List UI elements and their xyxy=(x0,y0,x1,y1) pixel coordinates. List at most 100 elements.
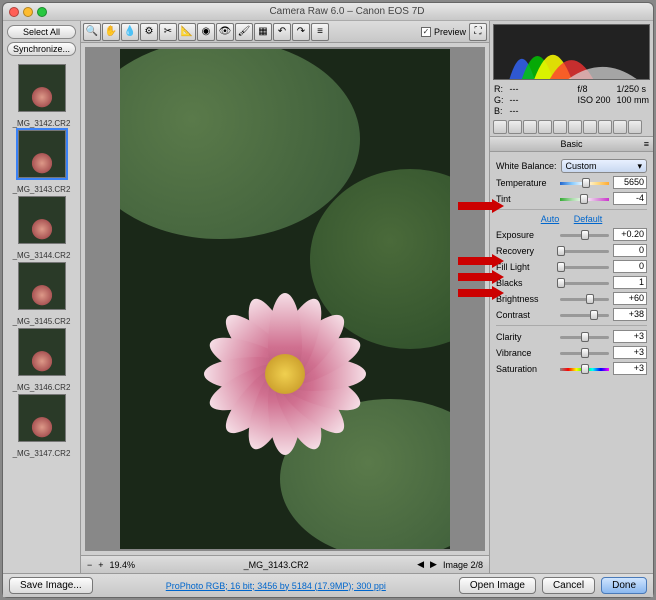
contrast-value[interactable]: +38 xyxy=(613,308,647,321)
default-link[interactable]: Default xyxy=(574,214,603,224)
open-image-button[interactable]: Open Image xyxy=(459,577,536,594)
temperature-value[interactable]: 5650 xyxy=(613,176,647,189)
histogram xyxy=(493,24,650,80)
thumbnail-list: _MG_3142.CR2_MG_3143.CR2 _MG_3144.CR2 _MG_… xyxy=(3,60,80,573)
thumbnail-label: _MG_3144.CR2 xyxy=(7,251,76,260)
blacks-slider[interactable] xyxy=(560,278,609,288)
fullscreen-icon[interactable]: ⛶ xyxy=(469,23,487,41)
tint-label: Tint xyxy=(496,194,556,204)
thumbnail-label: _MG_3147.CR2 xyxy=(7,449,76,458)
cancel-button[interactable]: Cancel xyxy=(542,577,595,594)
filllight-slider[interactable] xyxy=(560,262,609,272)
basic-panel: White Balance: Custom▾ Temperature5650 T… xyxy=(490,152,653,573)
contrast-slider[interactable] xyxy=(560,310,609,320)
clarity-value[interactable]: +3 xyxy=(613,330,647,343)
saturation-slider[interactable] xyxy=(560,364,609,374)
exposure-value[interactable]: +0.20 xyxy=(613,228,647,241)
workflow-link[interactable]: ProPhoto RGB; 16 bit; 3456 by 5184 (17.9… xyxy=(99,581,453,591)
thumbnail-label: _MG_3146.CR2 xyxy=(7,383,76,392)
brightness-value[interactable]: +60 xyxy=(613,292,647,305)
statusbar: − + 19.4% _MG_3143.CR2 ◀ ▶ Image 2/8 xyxy=(81,555,489,573)
hand-tool[interactable]: ✋ xyxy=(102,23,120,41)
zoom-level[interactable]: 19.4% xyxy=(110,560,136,570)
window-title: Camera Raw 6.0 – Canon EOS 7D xyxy=(47,6,647,17)
straighten-tool[interactable]: 📐 xyxy=(178,23,196,41)
panel-tab-3[interactable] xyxy=(538,120,552,134)
spot-tool[interactable]: ◉ xyxy=(197,23,215,41)
next-image-button[interactable]: ▶ xyxy=(430,559,437,570)
brush-tool[interactable]: 🖌 xyxy=(235,23,253,41)
tint-row: Tint -4 xyxy=(496,192,647,205)
saturation-value[interactable]: +3 xyxy=(613,362,647,375)
panel-header: Basic≡ xyxy=(490,137,653,152)
annotation-arrow xyxy=(458,254,504,268)
brightness-row: Brightness+60 xyxy=(496,292,647,305)
panel-tab-7[interactable] xyxy=(598,120,612,134)
zoom-in-button[interactable]: + xyxy=(98,560,103,570)
brightness-slider[interactable] xyxy=(560,294,609,304)
minimize-icon[interactable] xyxy=(23,7,33,17)
rotate-ccw-tool[interactable]: ↶ xyxy=(273,23,291,41)
zoom-out-button[interactable]: − xyxy=(87,560,92,570)
contrast-label: Contrast xyxy=(496,310,556,320)
preview-checkbox[interactable]: ✓ xyxy=(421,27,431,37)
auto-link[interactable]: Auto xyxy=(541,214,560,224)
panel-tab-0[interactable] xyxy=(493,120,507,134)
panel-tab-1[interactable] xyxy=(508,120,522,134)
close-icon[interactable] xyxy=(9,7,19,17)
photo-preview xyxy=(120,49,450,549)
zoom-icon[interactable] xyxy=(37,7,47,17)
panel-tab-4[interactable] xyxy=(553,120,567,134)
synchronize-button[interactable]: Synchronize... xyxy=(7,42,76,56)
crop-tool[interactable]: ✂ xyxy=(159,23,177,41)
exposure-label: Exposure xyxy=(496,230,556,240)
panel-tab-2[interactable] xyxy=(523,120,537,134)
zoom-tool[interactable]: 🔍 xyxy=(83,23,101,41)
dropdown-icon: ▾ xyxy=(637,161,642,172)
vibrance-value[interactable]: +3 xyxy=(613,346,647,359)
prev-image-button[interactable]: ◀ xyxy=(417,559,424,570)
preview-label: Preview xyxy=(434,27,466,37)
center-panel: 🔍✋💧⚙✂📐◉👁🖌▦↶↷≡ ✓ Preview ⛶ − + 19.4% _MG_… xyxy=(81,21,489,573)
blacks-row: Blacks1 xyxy=(496,276,647,289)
recovery-slider[interactable] xyxy=(560,246,609,256)
blacks-value[interactable]: 1 xyxy=(613,276,647,289)
recovery-value[interactable]: 0 xyxy=(613,244,647,257)
vibrance-slider[interactable] xyxy=(560,348,609,358)
temperature-slider[interactable] xyxy=(560,178,609,188)
prefs-tool[interactable]: ≡ xyxy=(311,23,329,41)
panel-tab-9[interactable] xyxy=(628,120,642,134)
exposure-slider[interactable] xyxy=(560,230,609,240)
thumbnail[interactable]: _MG_3144.CR2 xyxy=(7,196,76,260)
vibrance-label: Vibrance xyxy=(496,348,556,358)
rotate-cw-tool[interactable]: ↷ xyxy=(292,23,310,41)
tint-value[interactable]: -4 xyxy=(613,192,647,205)
image-position: Image 2/8 xyxy=(443,560,483,570)
thumbnail[interactable]: _MG_3145.CR2 xyxy=(7,262,76,326)
grad-tool[interactable]: ▦ xyxy=(254,23,272,41)
sampler-tool[interactable]: ⚙ xyxy=(140,23,158,41)
adjustments-panel: R:---f/81/250 s G:---ISO 200100 mm B:---… xyxy=(489,21,653,573)
panel-tab-8[interactable] xyxy=(613,120,627,134)
body: Select All Synchronize... _MG_3142.CR2_M… xyxy=(3,21,653,573)
thumbnail[interactable]: _MG_3147.CR2 xyxy=(7,394,76,458)
panel-tab-6[interactable] xyxy=(583,120,597,134)
panel-menu-icon[interactable]: ≡ xyxy=(644,139,649,149)
select-all-button[interactable]: Select All xyxy=(7,25,76,39)
redeye-tool[interactable]: 👁 xyxy=(216,23,234,41)
clarity-slider[interactable] xyxy=(560,332,609,342)
panel-tab-5[interactable] xyxy=(568,120,582,134)
thumbnail[interactable]: _MG_3146.CR2 xyxy=(7,328,76,392)
filllight-value[interactable]: 0 xyxy=(613,260,647,273)
annotation-arrow xyxy=(458,199,504,213)
preview-toggle[interactable]: ✓ Preview ⛶ xyxy=(421,23,487,41)
save-image-button[interactable]: Save Image... xyxy=(9,577,93,594)
tint-slider[interactable] xyxy=(560,194,609,204)
thumbnail[interactable]: _MG_3143.CR2 xyxy=(7,130,76,194)
image-canvas[interactable] xyxy=(85,47,485,551)
thumbnail[interactable]: _MG_3142.CR2 xyxy=(7,64,76,128)
clarity-label: Clarity xyxy=(496,332,556,342)
white-balance-select[interactable]: Custom▾ xyxy=(561,159,647,173)
done-button[interactable]: Done xyxy=(601,577,647,594)
eyedropper-tool[interactable]: 💧 xyxy=(121,23,139,41)
